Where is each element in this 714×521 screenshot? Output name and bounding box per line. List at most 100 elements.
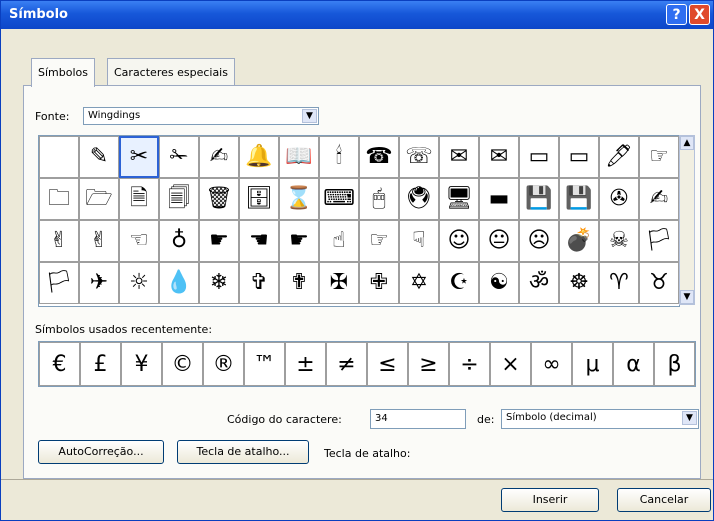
symbol-cell[interactable]: ⌨ — [319, 178, 359, 220]
symbol-cell[interactable]: ♁ — [159, 220, 199, 262]
symbol-cell[interactable]: ☪ — [439, 262, 479, 304]
symbol-cell[interactable]: ✎ — [79, 136, 119, 178]
symbol-cell[interactable]: 🗐 — [159, 178, 199, 220]
chevron-down-icon[interactable]: ▼ — [302, 109, 317, 123]
symbol-cell[interactable]: ☹ — [519, 220, 559, 262]
symbol-cell[interactable]: ☞ — [639, 136, 679, 178]
chevron-down-icon[interactable]: ▼ — [682, 411, 697, 425]
recent-symbol-cell[interactable]: ≥ — [408, 342, 449, 386]
symbol-cell[interactable]: ▬ — [479, 178, 519, 220]
symbol-cell[interactable]: 💾 — [519, 178, 559, 220]
chevron-down-icon[interactable]: ▼ — [680, 290, 694, 304]
symbol-cell[interactable]: 🗀 — [39, 178, 79, 220]
symbol-cell-selected[interactable]: ✂ — [119, 136, 159, 178]
symbol-cell[interactable]: ☟ — [399, 220, 439, 262]
symbol-cell[interactable]: ☛ — [279, 220, 319, 262]
cancel-button[interactable]: Cancelar — [617, 488, 711, 512]
symbol-cell[interactable]: 🖲 — [399, 178, 439, 220]
symbol-cell[interactable]: 💧 — [159, 262, 199, 304]
symbol-cell[interactable]: ✌ — [79, 220, 119, 262]
symbol-cell[interactable]: ☸ — [559, 262, 599, 304]
symbol-cell[interactable]: ✍ — [199, 136, 239, 178]
recent-symbol-cell[interactable]: ≠ — [326, 342, 367, 386]
symbol-cell[interactable]: ☛ — [199, 220, 239, 262]
character-code-input[interactable]: 34 — [370, 409, 466, 429]
recent-symbol-cell[interactable]: ™ — [244, 342, 285, 386]
tab-symbols[interactable]: Símbolos — [31, 58, 95, 87]
symbol-cell[interactable]: ✇ — [599, 178, 639, 220]
symbol-cell[interactable]: ॐ — [519, 262, 559, 304]
insert-button[interactable]: Inserir — [501, 488, 599, 512]
symbol-cell[interactable]: 🏳 — [639, 220, 679, 262]
symbol-cell[interactable]: ✍ — [639, 178, 679, 220]
symbol-cell[interactable]: 🖊 — [599, 136, 639, 178]
font-label: Fonte: — [35, 110, 70, 123]
recent-symbol-cell[interactable]: ÷ — [449, 342, 490, 386]
font-select[interactable]: Wingdings ▼ — [83, 107, 319, 125]
symbol-cell[interactable]: ☜ — [119, 220, 159, 262]
symbol-cell[interactable]: ☠ — [599, 220, 639, 262]
symbol-cell[interactable]: ✙ — [359, 262, 399, 304]
symbol-cell[interactable]: 🗄 — [239, 178, 279, 220]
recent-symbol-cell[interactable]: ® — [203, 342, 244, 386]
symbol-cell[interactable]: ♉ — [639, 262, 679, 304]
recent-symbol-cell[interactable]: € — [39, 342, 80, 386]
shortcut-key-label: Tecla de atalho: — [324, 447, 411, 460]
symbol-cell[interactable]: ⌛ — [279, 178, 319, 220]
recent-symbol-cell[interactable]: © — [162, 342, 203, 386]
symbol-cell[interactable]: 🗑 — [199, 178, 239, 220]
symbol-cell[interactable]: ✈ — [79, 262, 119, 304]
symbol-cell[interactable]: 📖 — [279, 136, 319, 178]
symbol-cell[interactable]: ✉ — [439, 136, 479, 178]
recent-symbol-cell[interactable]: α — [613, 342, 654, 386]
symbol-grid-scrollbar[interactable]: ▲ ▼ — [679, 135, 695, 305]
symbol-cell[interactable]: ☺ — [439, 220, 479, 262]
recent-symbol-cell[interactable]: ∞ — [531, 342, 572, 386]
symbol-cell[interactable]: ☼ — [119, 262, 159, 304]
symbol-cell[interactable]: ☞ — [359, 220, 399, 262]
chevron-up-icon[interactable]: ▲ — [680, 136, 694, 150]
symbol-cell[interactable]: ☏ — [399, 136, 439, 178]
symbol-cell[interactable]: 🕯 — [319, 136, 359, 178]
recent-symbol-cell[interactable]: μ — [572, 342, 613, 386]
shortcut-key-button[interactable]: Tecla de atalho... — [177, 440, 309, 464]
from-select[interactable]: Símbolo (decimal) ▼ — [501, 409, 699, 429]
tab-special-characters[interactable]: Caracteres especiais — [107, 58, 235, 87]
help-button[interactable]: ? — [666, 4, 687, 25]
title-bar: Símbolo ? X — [1, 1, 713, 29]
close-button[interactable]: X — [689, 4, 710, 25]
symbol-cell[interactable]: 🗁 — [79, 178, 119, 220]
recent-symbol-cell[interactable]: β — [654, 342, 695, 386]
symbol-cell[interactable]: ♈ — [599, 262, 639, 304]
symbol-cell[interactable]: 🏳 — [39, 262, 79, 304]
symbol-cell[interactable]: 🖱 — [359, 178, 399, 220]
symbol-cell[interactable]: 💣 — [559, 220, 599, 262]
symbol-cell[interactable]: ✠ — [319, 262, 359, 304]
symbol-cell[interactable]: 🗎 — [119, 178, 159, 220]
symbol-cell[interactable]: ✡ — [399, 262, 439, 304]
symbol-cell[interactable]: ☚ — [239, 220, 279, 262]
recent-symbol-cell[interactable]: £ — [80, 342, 121, 386]
symbol-cell[interactable]: 🔔 — [239, 136, 279, 178]
symbol-cell[interactable]: ▭ — [559, 136, 599, 178]
recent-symbol-cell[interactable]: × — [490, 342, 531, 386]
symbol-cell[interactable]: ✁ — [159, 136, 199, 178]
autocorrect-button[interactable]: AutoCorreção... — [38, 440, 164, 464]
symbol-cell[interactable]: ✌ — [39, 220, 79, 262]
symbol-cell[interactable]: ☯ — [479, 262, 519, 304]
symbol-cell[interactable]: ▭ — [519, 136, 559, 178]
symbol-cell[interactable]: ✟ — [279, 262, 319, 304]
from-value: Símbolo (decimal) — [506, 412, 597, 423]
symbol-cell[interactable]: ❄ — [199, 262, 239, 304]
symbol-cell[interactable]: 💾 — [559, 178, 599, 220]
symbol-cell[interactable]: 😐 — [479, 220, 519, 262]
symbol-cell[interactable]: ☝ — [319, 220, 359, 262]
symbol-cell[interactable]: ✉ — [479, 136, 519, 178]
recent-symbol-cell[interactable]: ± — [285, 342, 326, 386]
symbol-cell[interactable]: ☎ — [359, 136, 399, 178]
symbol-cell[interactable]: ✞ — [239, 262, 279, 304]
symbol-cell[interactable]: 🖥 — [439, 178, 479, 220]
recent-symbol-cell[interactable]: ¥ — [121, 342, 162, 386]
symbol-cell[interactable] — [39, 136, 79, 178]
recent-symbol-cell[interactable]: ≤ — [367, 342, 408, 386]
